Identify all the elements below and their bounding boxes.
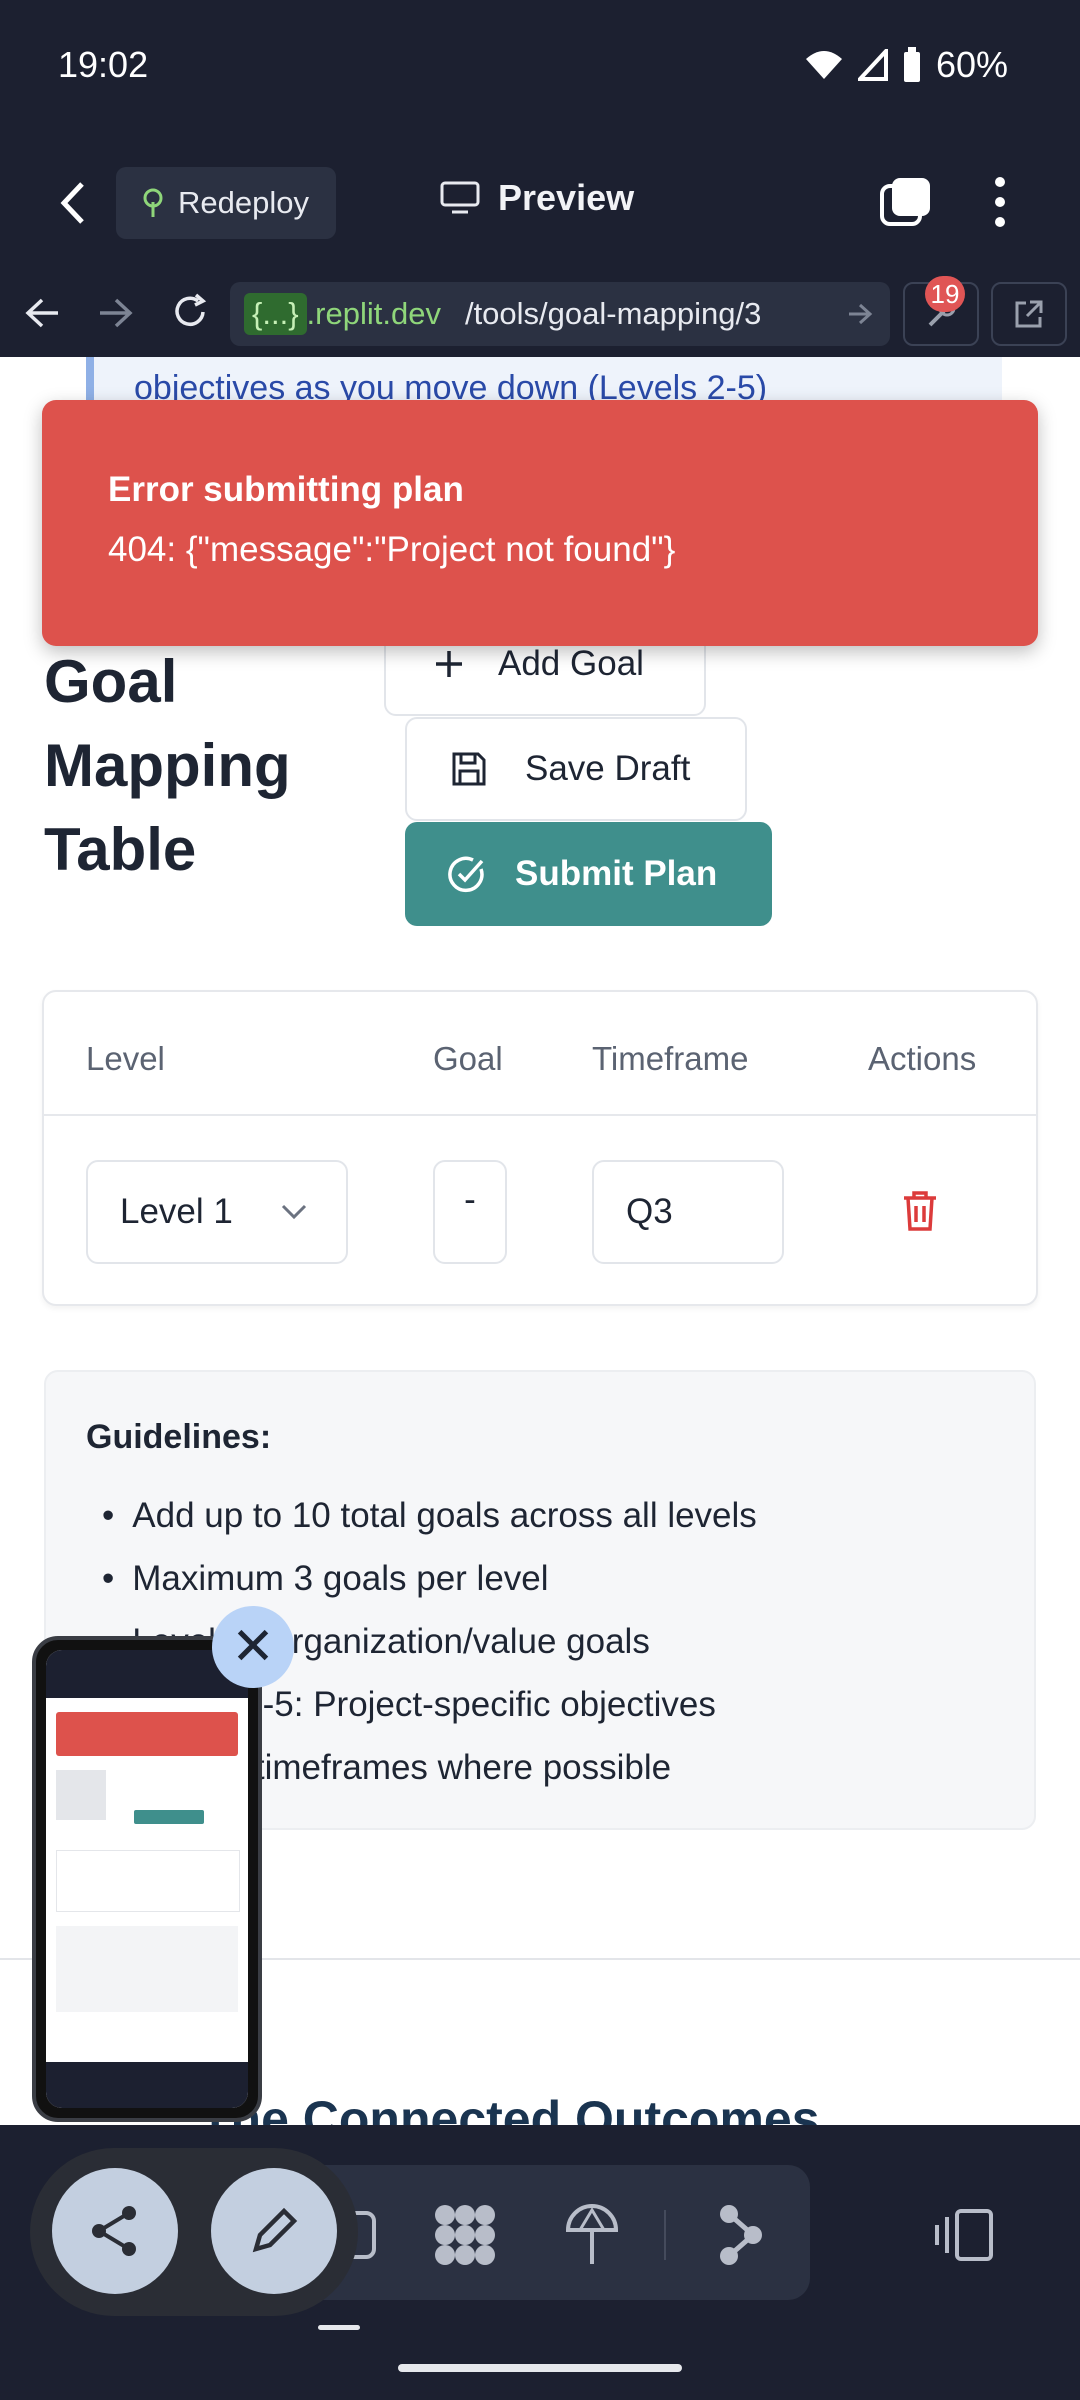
close-icon[interactable]: ✕	[212, 1606, 294, 1688]
tabs-icon[interactable]	[880, 176, 932, 228]
pencil-icon	[252, 2207, 298, 2253]
list-item: Add up to 10 total goals across all leve…	[102, 1484, 757, 1547]
external-link-icon	[1015, 300, 1043, 328]
table-header-level: Level	[86, 1040, 165, 1077]
reload-icon[interactable]	[170, 292, 210, 332]
share-button[interactable]	[52, 2168, 178, 2294]
toast-message: 404: {"message":"Project not found"}	[108, 530, 676, 569]
url-field[interactable]: {...} .replit.dev /tools/goal-mapping/3	[230, 282, 890, 346]
back-arrow-icon[interactable]	[58, 180, 90, 226]
more-vert-icon[interactable]	[992, 176, 1008, 228]
check-circle-icon	[448, 856, 484, 893]
table-header-timeframe: Timeframe	[592, 1040, 749, 1077]
notification-badge: 19	[925, 276, 965, 312]
apps-grid-icon[interactable]	[425, 2195, 505, 2275]
pip-screen	[46, 1650, 248, 2108]
deploy-icon[interactable]	[552, 2195, 632, 2275]
go-arrow-icon	[849, 303, 873, 325]
trash-icon[interactable]	[900, 1189, 940, 1233]
url-domain: .replit.dev	[306, 296, 441, 331]
nav-back-icon[interactable]	[24, 296, 60, 330]
submit-plan-button[interactable]: Submit Plan	[405, 822, 772, 926]
battery-level: 60%	[935, 44, 1008, 85]
edit-button[interactable]	[211, 2168, 337, 2294]
guidelines-title: Guidelines:	[86, 1418, 272, 1456]
open-external-button[interactable]	[991, 282, 1067, 346]
pip-window[interactable]	[32, 1636, 262, 2122]
table-header-goal: Goal	[433, 1040, 503, 1077]
chevron-down-icon	[281, 1204, 307, 1220]
table-header-divider	[44, 1114, 1036, 1116]
wifi-icon	[805, 51, 842, 79]
nav-forward-icon[interactable]	[98, 296, 134, 330]
branch-icon[interactable]	[700, 2195, 780, 2275]
save-draft-button[interactable]: Save Draft	[405, 717, 747, 821]
save-icon	[452, 752, 486, 786]
tree-icon	[143, 188, 163, 217]
page-title: Goal Mapping Table	[44, 648, 291, 883]
status-icons: 60%	[804, 44, 1008, 86]
battery-icon	[903, 47, 920, 82]
timeframe-input[interactable]: Q3	[592, 1160, 784, 1264]
share-icon	[92, 2206, 136, 2256]
url-brace: {...}	[244, 293, 307, 335]
redeploy-button[interactable]: Redeploy	[116, 167, 336, 239]
nav-separator	[664, 2210, 666, 2260]
status-time: 19:02	[58, 44, 149, 85]
goal-input[interactable]: -	[433, 1160, 507, 1264]
drag-indicator	[318, 2325, 360, 2330]
toast-title: Error submitting plan	[108, 470, 464, 509]
plus-icon	[436, 651, 462, 677]
signal-icon	[857, 49, 888, 81]
panel-toggle-icon[interactable]	[924, 2195, 1004, 2275]
monitor-icon	[440, 181, 480, 214]
list-item: Maximum 3 goals per level	[102, 1547, 757, 1610]
home-indicator[interactable]	[398, 2364, 682, 2372]
error-toast[interactable]: Error submitting plan 404: {"message":"P…	[42, 400, 1038, 646]
table-header-actions: Actions	[868, 1040, 977, 1077]
preview-tab[interactable]: Preview	[440, 177, 634, 219]
level-select[interactable]: Level 1	[86, 1160, 348, 1264]
url-path: /tools/goal-mapping/3	[464, 296, 762, 331]
